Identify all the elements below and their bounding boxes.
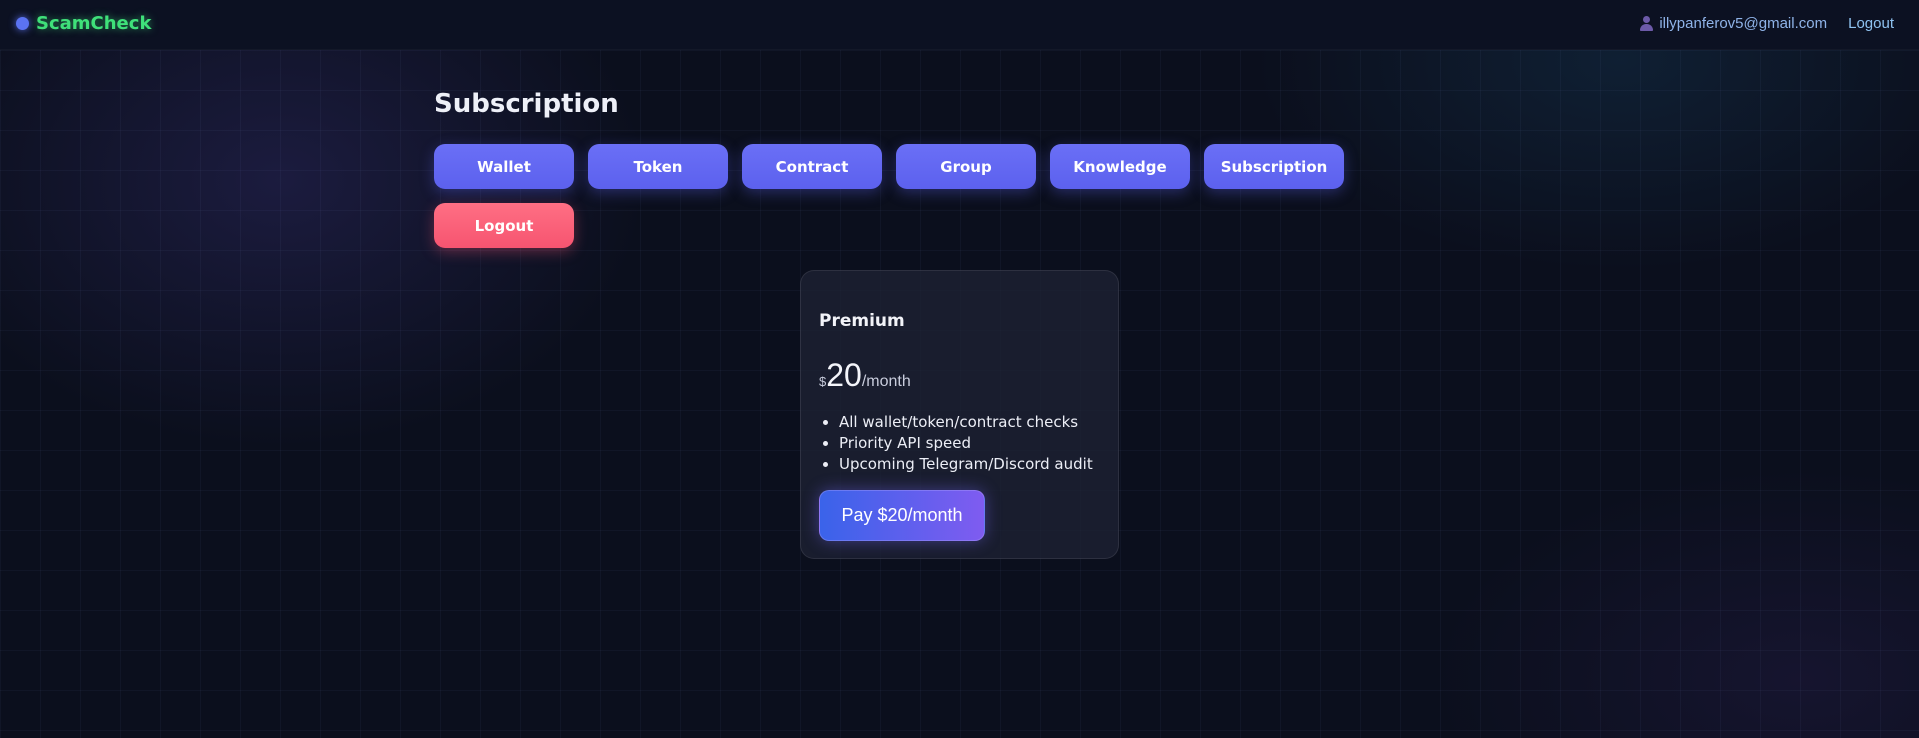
plan-name: Premium [819, 311, 905, 331]
pay-button[interactable]: Pay $20/month [819, 490, 985, 541]
top-bar: ScamCheck illypanferov5@gmail.com Logout [0, 0, 1919, 50]
brand-dot-icon [16, 17, 29, 30]
feature-item: All wallet/token/contract checks [839, 412, 1093, 433]
header-logout-link[interactable]: Logout [1848, 15, 1894, 32]
group-button[interactable]: Group [896, 144, 1036, 189]
feature-item: Upcoming Telegram/Discord audit [839, 454, 1093, 475]
plan-price: $ 20 /month [819, 357, 911, 394]
user-area: illypanferov5@gmail.com Logout [1639, 15, 1894, 32]
user-icon [1639, 16, 1654, 31]
brand-logo[interactable]: ScamCheck [16, 13, 151, 34]
plan-card: Premium $ 20 /month All wallet/token/con… [800, 270, 1119, 559]
logout-button[interactable]: Logout [434, 203, 574, 248]
wallet-button[interactable]: Wallet [434, 144, 574, 189]
brand-name: ScamCheck [36, 13, 152, 34]
contract-button[interactable]: Contract [742, 144, 882, 189]
feature-list: All wallet/token/contract checks Priorit… [819, 412, 1093, 475]
feature-item: Priority API speed [839, 433, 1093, 454]
subscription-button[interactable]: Subscription [1204, 144, 1344, 189]
token-button[interactable]: Token [588, 144, 728, 189]
price-currency: $ [819, 374, 827, 389]
price-amount: 20 [826, 357, 862, 393]
price-period: /month [861, 373, 911, 390]
page-title: Subscription [434, 89, 619, 119]
knowledge-button[interactable]: Knowledge [1050, 144, 1190, 189]
user-email: illypanferov5@gmail.com [1659, 15, 1828, 32]
